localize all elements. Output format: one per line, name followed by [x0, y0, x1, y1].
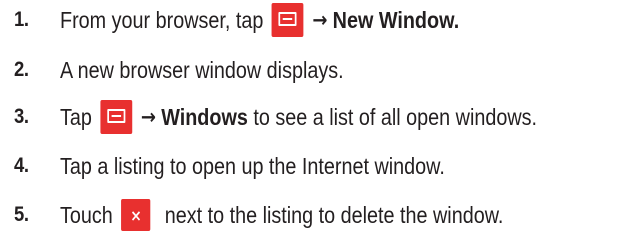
step-5: 5. Touch × next to the listing to delete… [0, 195, 630, 235]
step-number: 3. [14, 105, 29, 128]
step-2: 2. A new browser window displays. [0, 50, 630, 90]
step-number: 5. [14, 203, 29, 226]
step-number: 2. [14, 58, 29, 81]
step-text-body: A new browser window displays. [60, 56, 344, 83]
step-bold-label: New Window. [332, 6, 460, 33]
step-text: Touch × next to the listing to delete th… [60, 199, 503, 231]
instruction-steps: 1. From your browser, tap → New Window. … [0, 0, 630, 243]
step-text-before: Touch [60, 201, 113, 228]
step-text: A new browser window displays. [60, 57, 344, 84]
menu-icon [271, 3, 304, 37]
close-glyph: × [130, 205, 142, 225]
step-number: 1. [14, 8, 29, 31]
menu-icon [100, 100, 133, 134]
arrow-icon: → [140, 105, 157, 129]
step-1: 1. From your browser, tap → New Window. [0, 0, 630, 40]
step-text-after: next to the listing to delete the window… [159, 201, 504, 228]
step-number: 4. [14, 154, 29, 177]
arrow-icon: → [312, 8, 328, 32]
step-bold-label: Windows [161, 103, 248, 130]
step-3: 3. Tap → Windows to see a list of all op… [0, 97, 630, 137]
step-text: Tap → Windows to see a list of all open … [60, 100, 537, 134]
close-icon: × [121, 199, 151, 231]
step-text: Tap a listing to open up the Internet wi… [60, 153, 445, 180]
step-text-before: From your browser, tap [60, 6, 264, 33]
step-text-before: Tap [60, 103, 92, 130]
step-4: 4. Tap a listing to open up the Internet… [0, 146, 630, 186]
step-text-body: Tap a listing to open up the Internet wi… [60, 152, 445, 179]
step-text-after: to see a list of all open windows. [247, 103, 538, 130]
step-text: From your browser, tap → New Window. [60, 3, 459, 37]
